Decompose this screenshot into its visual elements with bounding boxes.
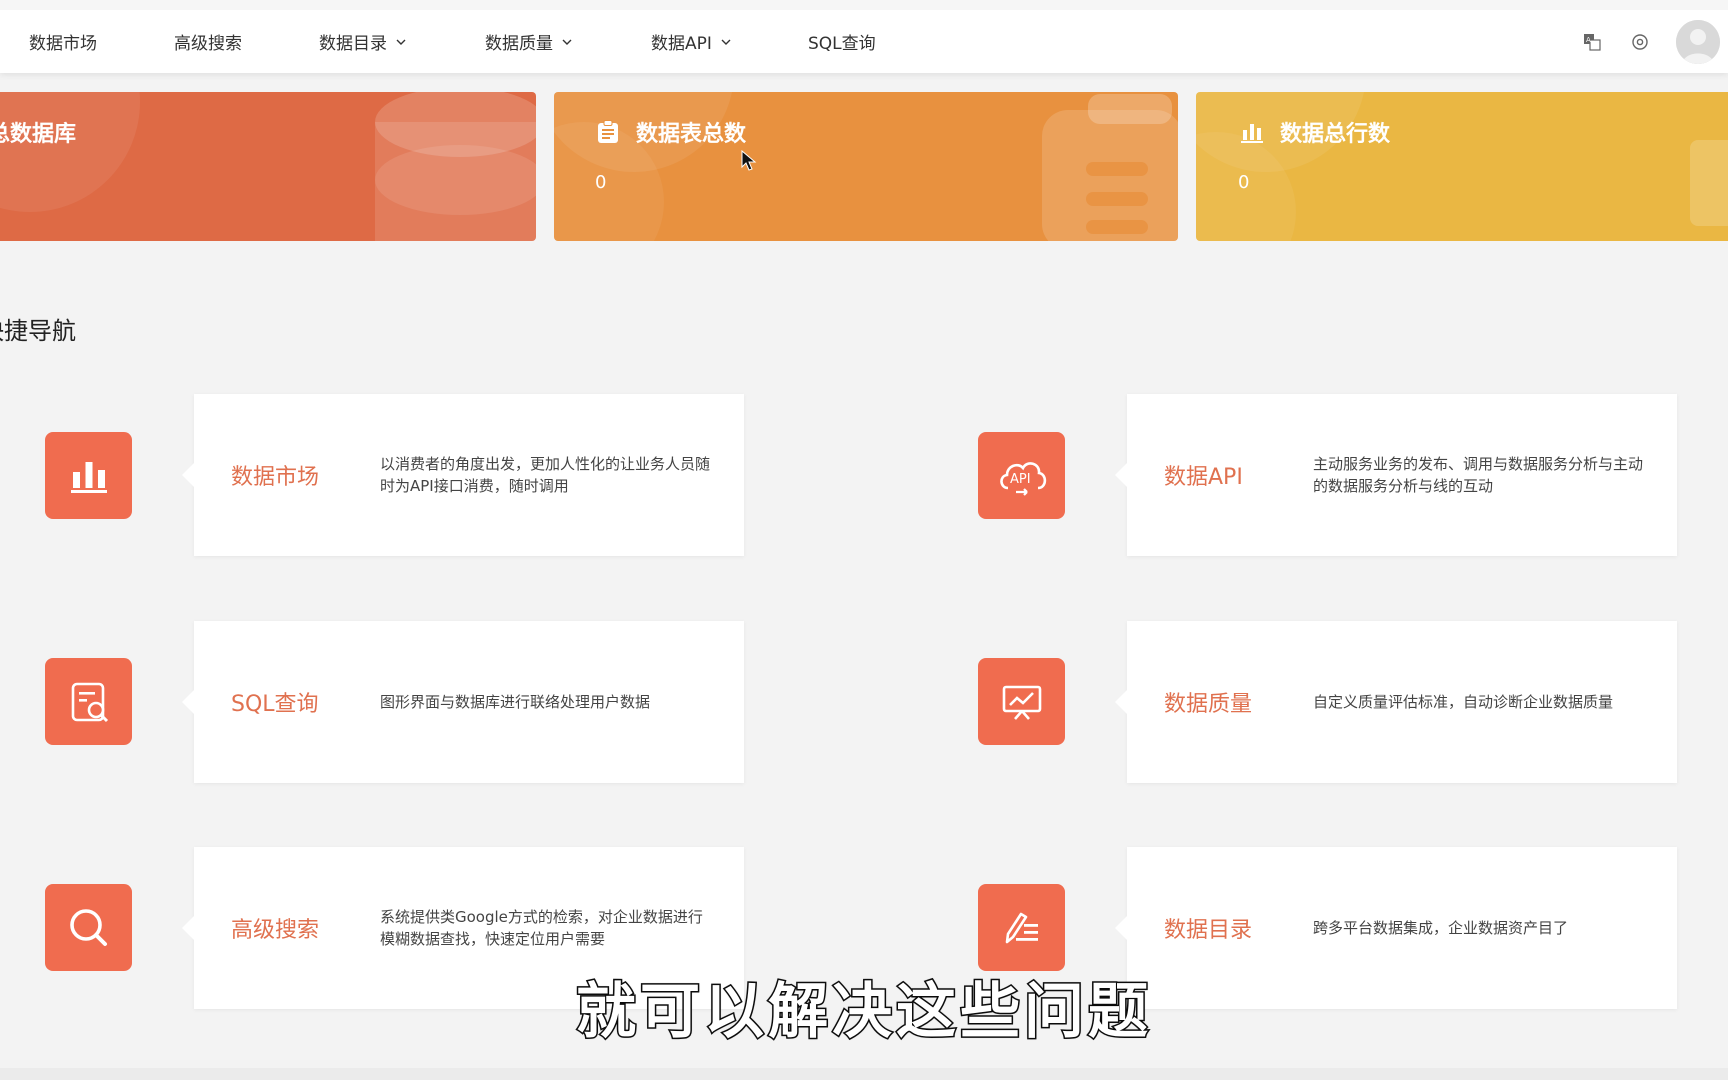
video-subtitle: 就可以解决这些问题 [575,976,1152,1049]
quick-nav-title: 数据API [1164,465,1243,490]
nav-label: 数据市场 [29,34,97,54]
stat-title-text: 数据总行数 [1280,122,1391,147]
quick-nav-desc: 自定义质量评估标准，自动诊断企业数据质量 [1313,693,1614,711]
quick-nav-card-quality[interactable]: 数据质量 自定义质量评估标准，自动诊断企业数据质量 [1115,621,1677,783]
chevron-down-icon [561,36,573,48]
quick-nav-desc: 以消费者的角度出发，更加人性化的让业务人员随时为API接口消费，随时调用 [380,455,711,495]
mouse-cursor-icon [741,150,757,172]
api-cloud-icon: API [999,461,1046,496]
database-icon [0,92,536,241]
quick-nav-card-market[interactable]: 数据市场 以消费者的角度出发，更加人性化的让业务人员随时为API接口消费，随时调… [182,394,744,556]
stat-value-rows: 0 [1238,172,1250,193]
stat-title-text: 总数据库 [0,122,77,147]
clipboard-icon [596,120,620,144]
quick-nav-title: 数据质量 [1164,692,1253,717]
bottom-divider [0,1068,1728,1080]
stat-card-rows [1196,92,1728,241]
stat-card-databases [0,92,536,241]
quick-nav-title: 数据市场 [231,465,320,490]
quick-nav-desc: 主动服务业务的发布、调用与数据服务分析与主动的数据服务分析与线的互动 [1313,455,1644,495]
nav-data-catalog[interactable]: 数据目录 [319,10,407,73]
nav-data-api[interactable]: 数据API [651,10,732,73]
edit-list-icon [1005,912,1038,943]
quick-nav-icon-api[interactable]: API [978,432,1065,519]
quick-nav-icon-sql[interactable] [45,658,132,745]
quick-nav-card-sql[interactable]: SQL查询 图形界面与数据库进行联络处理用户数据 [182,621,744,783]
quick-nav-title: SQL查询 [231,692,319,717]
bar-chart-icon [1196,92,1728,241]
nav-label: 数据质量 [485,34,553,54]
svg-text:API: API [1010,472,1031,487]
stat-title-text: 数据表总数 [636,122,747,147]
nav-advanced-search[interactable]: 高级搜索 [174,10,242,73]
settings-icon[interactable] [1630,32,1650,52]
chevron-down-icon [395,36,407,48]
quick-nav-card-api[interactable]: 数据API 主动服务业务的发布、调用与数据服务分析与主动的数据服务分析与线的互动 [1115,394,1677,556]
stat-title-databases: 总数据库 [0,116,76,148]
bar-chart-icon [70,461,107,493]
stat-title-rows: 数据总行数 [1240,116,1390,148]
translate-icon[interactable]: A [1582,32,1602,52]
stat-value-tables: 0 [595,172,607,193]
bar-chart-icon [1240,120,1264,144]
nav-label: 高级搜索 [174,34,242,54]
quick-nav-icon-market[interactable] [45,432,132,519]
svg-text:A: A [1586,36,1591,44]
nav-label: SQL查询 [808,34,876,54]
stat-title-tables: 数据表总数 [596,116,746,148]
clipboard-icon [554,92,1178,241]
nav-label: 数据目录 [319,34,387,54]
avatar[interactable] [1676,20,1720,64]
section-title: 快捷导航 [0,317,76,345]
stat-card-tables [554,92,1178,241]
search-icon [69,908,107,946]
nav-sql-query[interactable]: SQL查询 [808,10,876,73]
top-navbar: 数据市场 高级搜索 数据目录 数据质量 数据API SQL查询 A [0,0,1728,73]
quick-nav-icon-search[interactable] [45,884,132,971]
quick-nav-icon-quality[interactable] [978,658,1065,745]
quick-nav-icon-catalog[interactable] [978,884,1065,971]
document-search-icon [71,682,108,722]
nav-data-quality[interactable]: 数据质量 [485,10,573,73]
chevron-down-icon [720,36,732,48]
quick-nav-desc: 图形界面与数据库进行联络处理用户数据 [380,693,651,711]
presentation-chart-icon [1002,685,1041,720]
nav-label: 数据API [651,34,712,54]
nav-data-market[interactable]: 数据市场 [29,10,97,73]
